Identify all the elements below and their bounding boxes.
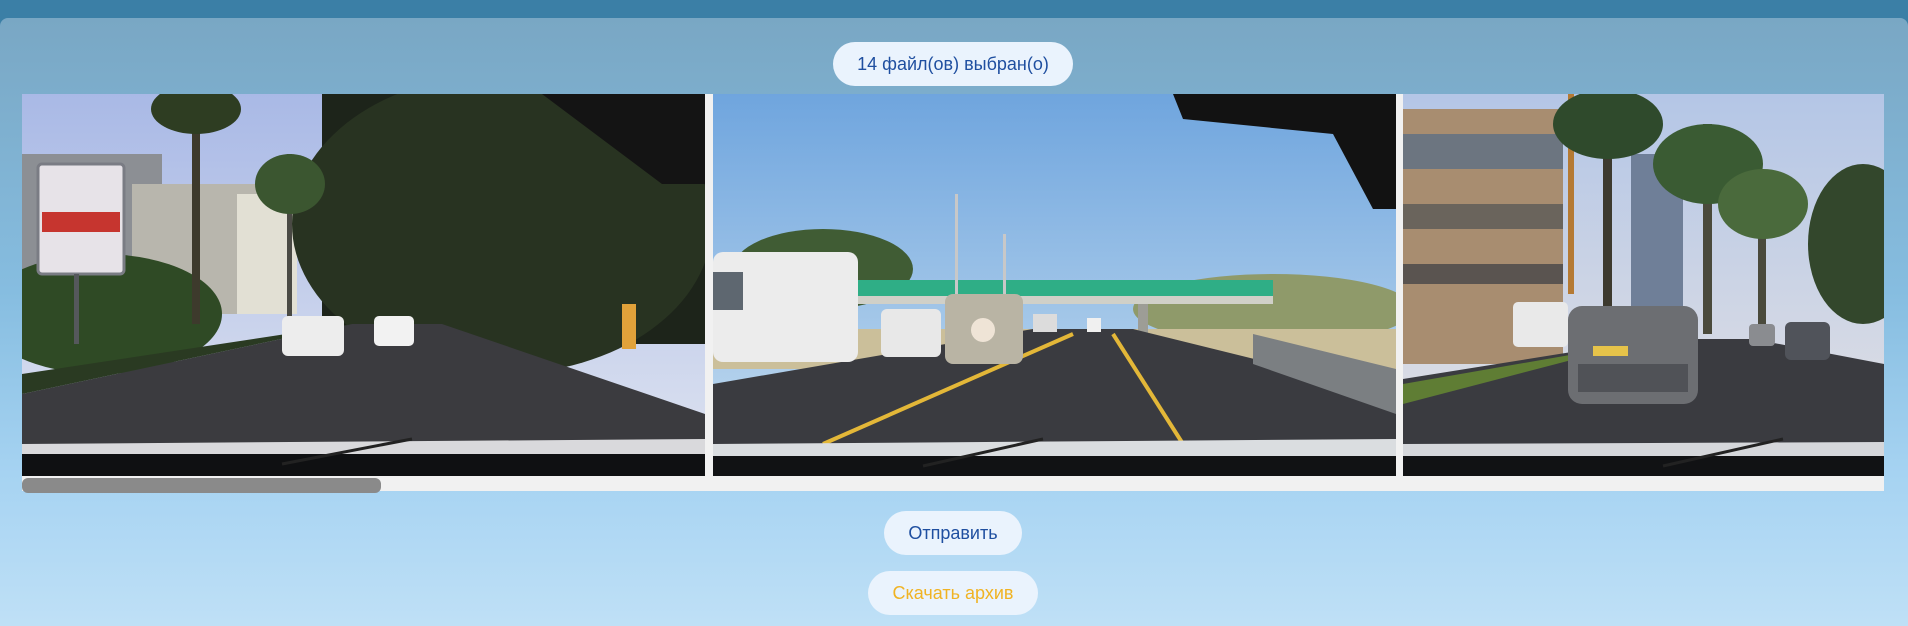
gallery-scrollbar[interactable] [22,476,1884,493]
dashcam-image-2 [713,94,1396,476]
upload-panel: 14 файл(ов) выбран(о) Отправить Скачать … [0,18,1908,626]
submit-button[interactable]: Отправить [884,511,1022,555]
files-selected-button[interactable]: 14 файл(ов) выбран(о) [833,42,1073,86]
files-selected-label: 14 файл(ов) выбран(о) [857,53,1049,74]
dashcam-image-1 [22,94,705,476]
dashcam-image-3 [1403,94,1884,476]
dashcam-frame-2[interactable] [713,94,1396,476]
gallery-scrollbar-thumb[interactable] [22,478,381,493]
image-gallery[interactable] [22,94,1884,493]
dashcam-frame-1[interactable] [22,94,705,476]
download-archive-button[interactable]: Скачать архив [868,571,1038,615]
dashcam-frame-3[interactable] [1403,94,1884,476]
download-archive-label: Скачать архив [892,582,1014,603]
submit-label: Отправить [908,522,998,543]
gallery-frames [22,94,1884,476]
